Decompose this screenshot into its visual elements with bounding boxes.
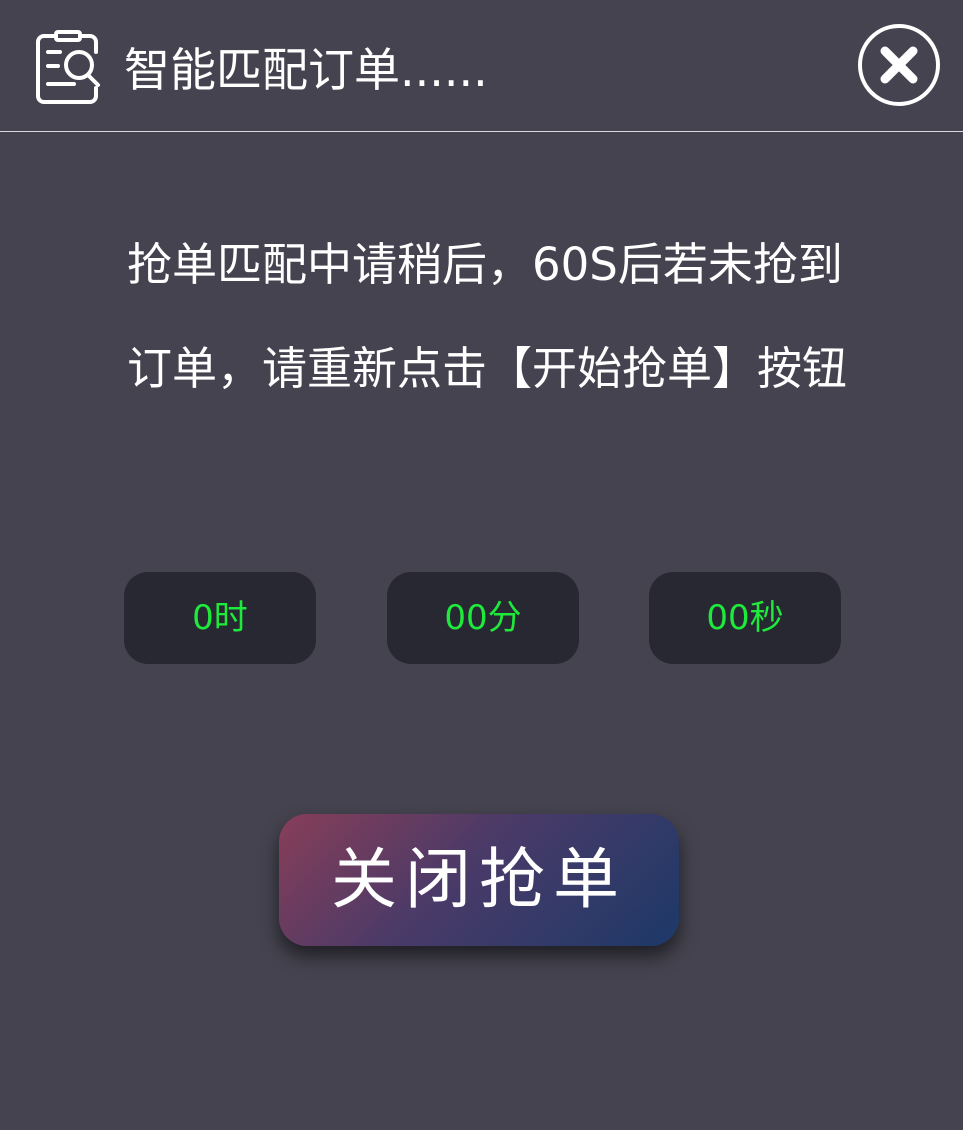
dialog-title: 智能匹配订单...... bbox=[124, 43, 488, 97]
order-matching-dialog: 智能匹配订单...... 抢单匹配中请稍后，60S后若未抢到订单，请重新点击【开… bbox=[0, 0, 963, 1130]
timer-seconds: 00秒 bbox=[649, 572, 841, 664]
order-search-icon bbox=[36, 30, 100, 104]
dialog-header: 智能匹配订单...... bbox=[0, 0, 963, 132]
close-grab-order-button[interactable]: 关闭抢单 bbox=[279, 814, 679, 946]
close-button[interactable] bbox=[857, 23, 941, 107]
matching-message: 抢单匹配中请稍后，60S后若未抢到订单，请重新点击【开始抢单】按钮 bbox=[127, 238, 848, 395]
timer-hours: 0时 bbox=[124, 572, 316, 664]
close-icon bbox=[880, 46, 918, 84]
timer-minutes: 00分 bbox=[387, 572, 579, 664]
